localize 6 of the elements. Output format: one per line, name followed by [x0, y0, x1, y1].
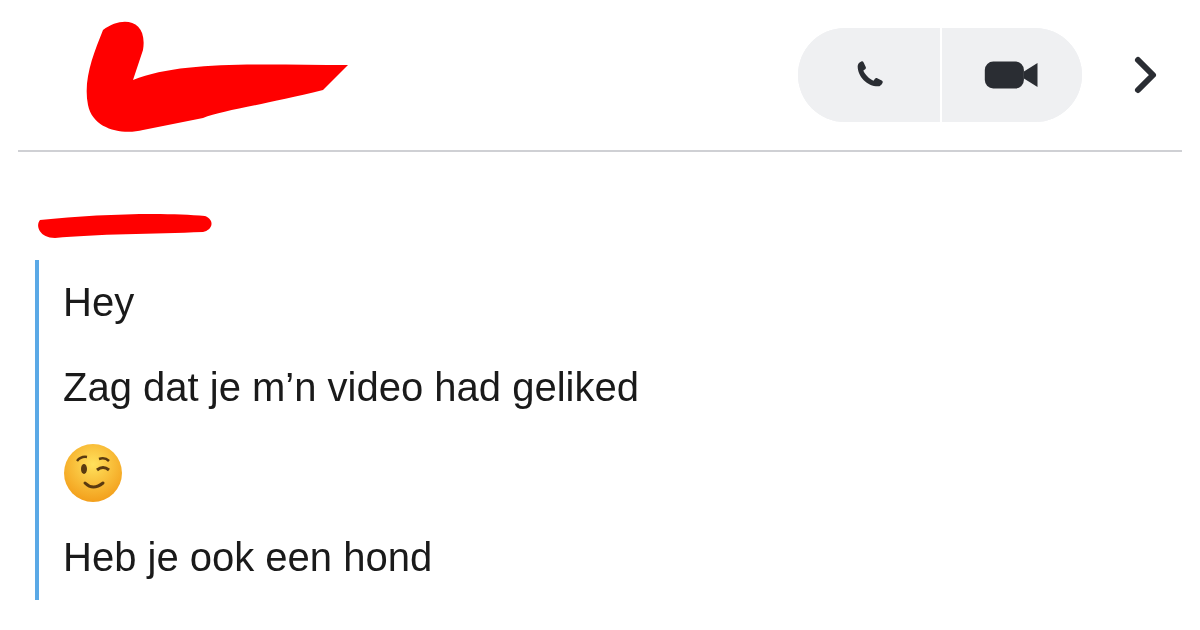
message-text: Heb je ook een hond	[63, 535, 433, 580]
video-camera-icon	[983, 58, 1041, 92]
message-text: Zag dat je m’n video had geliked	[63, 365, 639, 410]
message-text: Hey	[63, 280, 135, 325]
winking-face-icon	[63, 442, 123, 503]
video-call-button[interactable]	[940, 28, 1082, 122]
